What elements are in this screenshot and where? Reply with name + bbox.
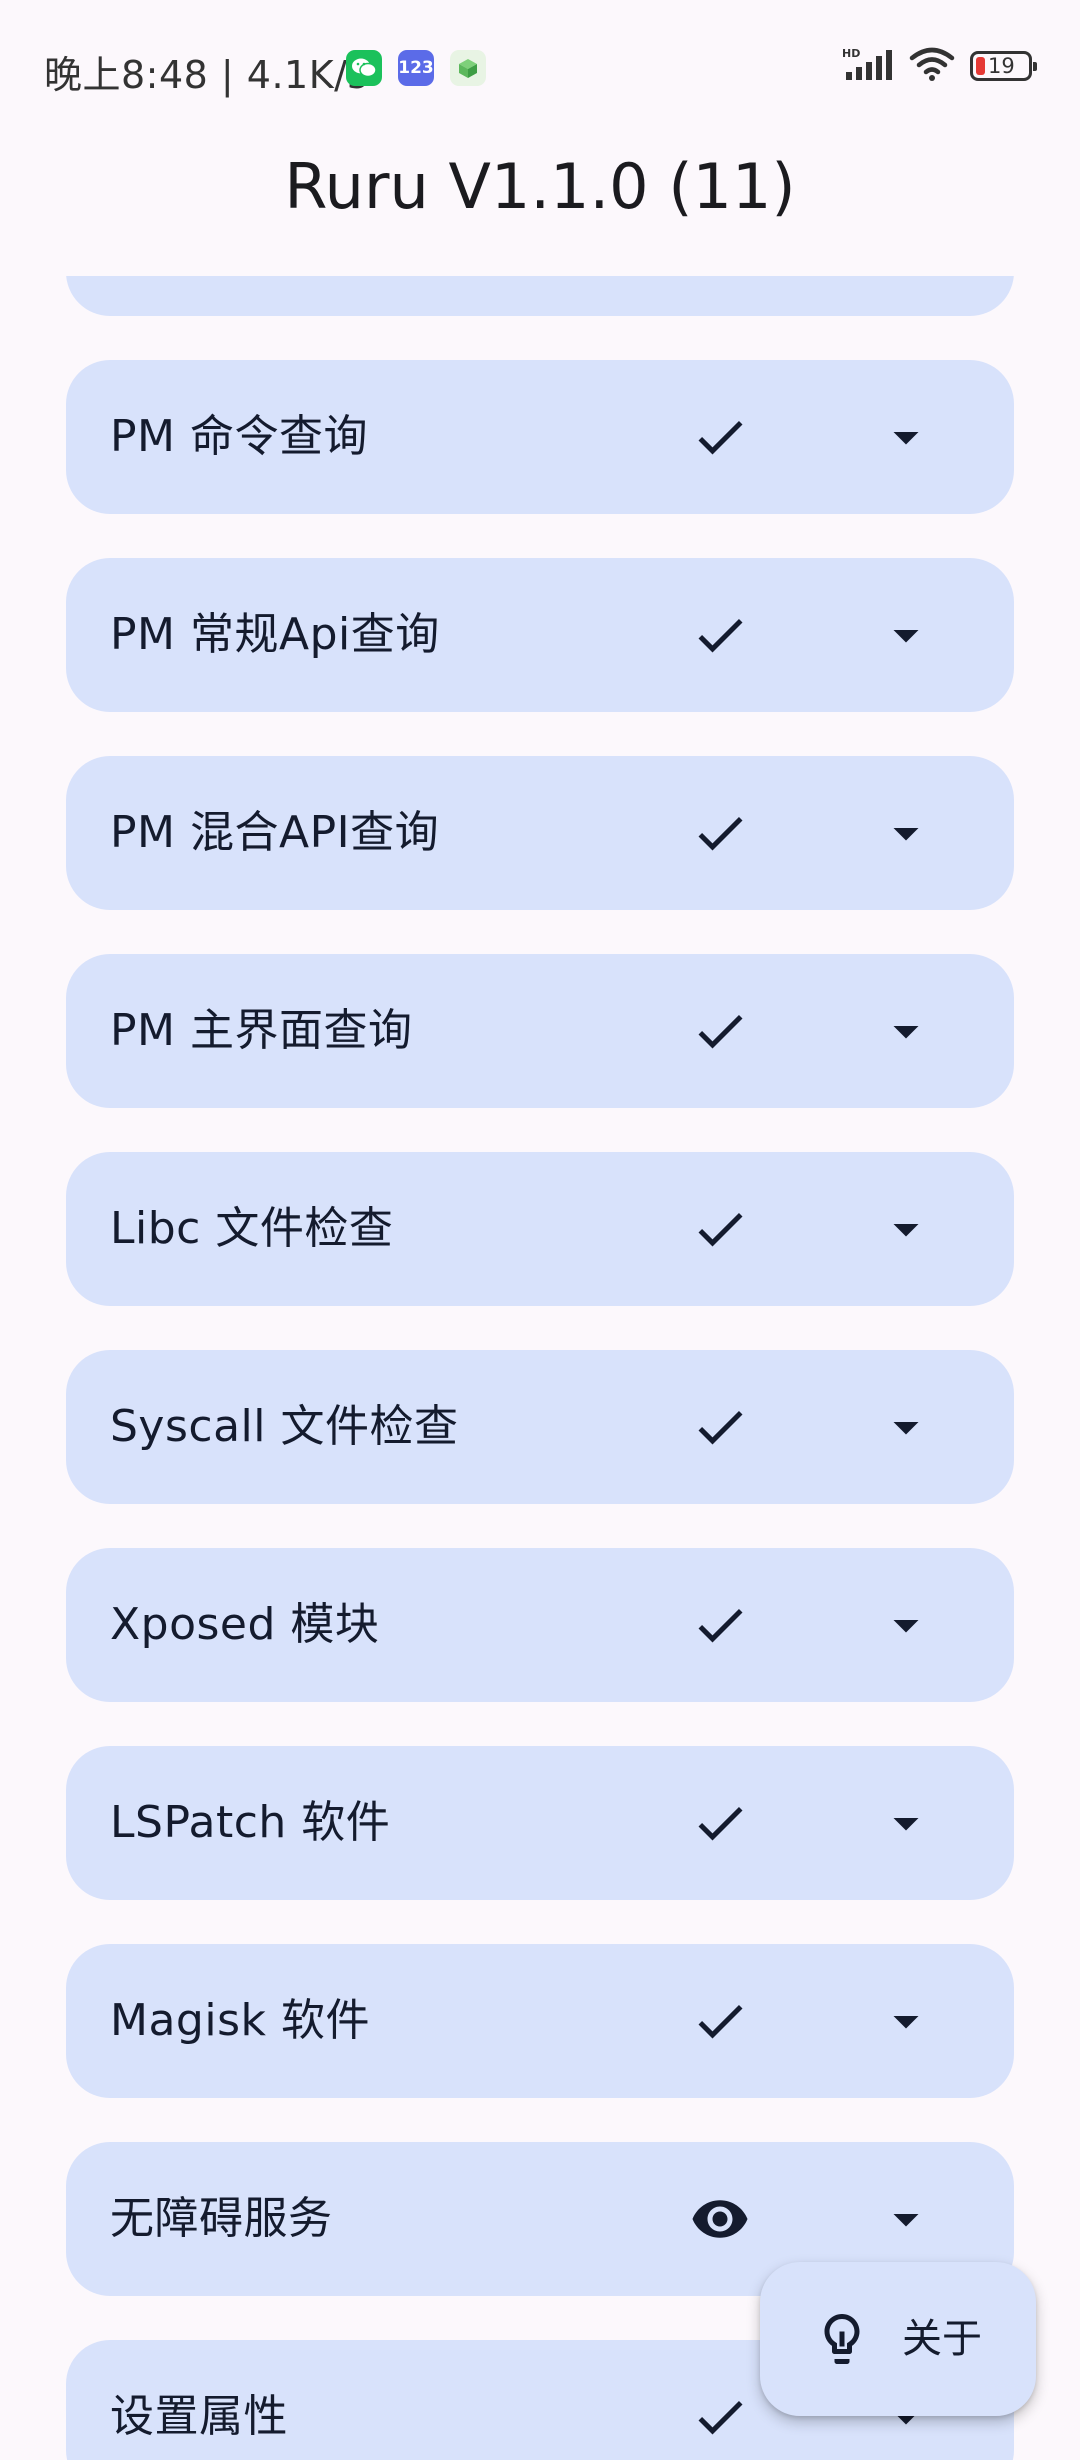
detection-card[interactable]: Libc 文件检查: [66, 1152, 1014, 1306]
check-icon: [690, 1397, 750, 1457]
detection-card-label: Libc 文件检查: [110, 1203, 394, 1254]
detection-card-label: 设置属性: [110, 2391, 288, 2442]
status-bar: 晚上8:48 | 4.1K/s 123 HD 19: [0, 0, 1080, 136]
expand-arrow-icon[interactable]: [876, 803, 936, 863]
check-icon: [690, 1991, 750, 2051]
check-icon: [690, 605, 750, 665]
status-time-speed: 晚上8:48 | 4.1K/s: [44, 53, 368, 97]
detection-list[interactable]: PM 命令查询 PM 常规Api查询 PM 混合API查询 PM 主界面查询 Libc …: [0, 276, 1080, 2460]
battery-level-text: 19: [988, 53, 1015, 78]
expand-arrow-icon[interactable]: [876, 1001, 936, 1061]
detection-card-label: 无障碍服务: [110, 2193, 333, 2244]
cube-app-icon: [450, 50, 486, 86]
detection-card[interactable]: Magisk 软件: [66, 1944, 1014, 2098]
check-icon: [690, 2387, 750, 2447]
about-fab[interactable]: 关于: [760, 2262, 1036, 2416]
detection-card-label: PM 主界面查询: [110, 1005, 413, 1056]
app-123-icon: 123: [398, 50, 434, 86]
battery-icon: 19: [970, 51, 1037, 81]
eye-icon: [690, 2189, 750, 2249]
detection-card-label: PM 命令查询: [110, 411, 368, 462]
battery-level-fill: [976, 57, 985, 75]
detection-card[interactable]: PM 混合API查询: [66, 756, 1014, 910]
network-type-label: HD: [842, 47, 860, 60]
detection-card[interactable]: Syscall 文件检查: [66, 1350, 1014, 1504]
check-icon: [690, 1793, 750, 1853]
detection-card[interactable]: PM 常规Api查询: [66, 558, 1014, 712]
detection-card-label: PM 混合API查询: [110, 807, 440, 858]
detection-card-label: LSPatch 软件: [110, 1797, 391, 1848]
notification-icons: 123: [346, 50, 486, 86]
detection-card-label: Xposed 模块: [110, 1599, 380, 1650]
expand-arrow-icon[interactable]: [876, 1991, 936, 2051]
detection-card[interactable]: LSPatch 软件: [66, 1746, 1014, 1900]
expand-arrow-icon[interactable]: [876, 1793, 936, 1853]
detection-card-partial[interactable]: [66, 276, 1014, 316]
expand-arrow-icon[interactable]: [876, 1397, 936, 1457]
expand-arrow-icon[interactable]: [876, 1595, 936, 1655]
detection-card-label: PM 常规Api查询: [110, 609, 440, 660]
check-icon: [690, 1001, 750, 1061]
detection-card-label: Magisk 软件: [110, 1995, 370, 2046]
check-icon: [690, 407, 750, 467]
expand-arrow-icon[interactable]: [876, 605, 936, 665]
detection-card[interactable]: PM 主界面查询: [66, 954, 1014, 1108]
wechat-icon: [346, 50, 382, 86]
check-icon: [690, 1199, 750, 1259]
expand-arrow-icon[interactable]: [876, 407, 936, 467]
about-fab-label: 关于: [902, 2316, 982, 2362]
page-title: Ruru V1.1.0 (11): [284, 150, 796, 223]
system-status-icons: HD 19: [842, 46, 1037, 86]
expand-arrow-icon[interactable]: [876, 2189, 936, 2249]
detection-card[interactable]: Xposed 模块: [66, 1548, 1014, 1702]
signal-icon: HD: [842, 46, 894, 86]
check-icon: [690, 803, 750, 863]
expand-arrow-icon[interactable]: [876, 1199, 936, 1259]
wifi-icon: [908, 46, 956, 86]
detection-card[interactable]: PM 命令查询: [66, 360, 1014, 514]
lightbulb-icon: [824, 2314, 860, 2364]
detection-card-label: Syscall 文件检查: [110, 1401, 459, 1452]
detection-list-inner: PM 命令查询 PM 常规Api查询 PM 混合API查询 PM 主界面查询 Libc …: [66, 276, 1014, 2460]
check-icon: [690, 1595, 750, 1655]
screen: 晚上8:48 | 4.1K/s 123 HD 19 Ruru V1.1.0 (1…: [0, 0, 1080, 2460]
